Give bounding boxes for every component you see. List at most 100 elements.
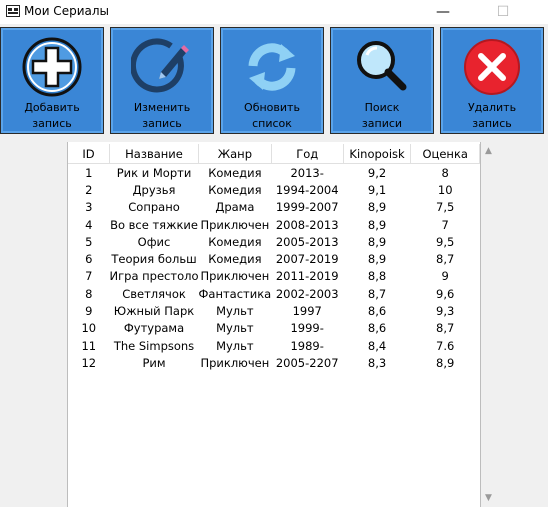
cell-id-text: 10	[81, 321, 97, 336]
cell-rating-text: 8,7	[436, 252, 455, 267]
cell-name: Игра престоло	[110, 268, 199, 285]
table-row[interactable]: 9 Южный Парк Мульт 1997 8,6 9,3	[68, 302, 480, 319]
refresh-list-button[interactable]: Обновить список	[220, 27, 324, 134]
cell-rating: 8,9	[411, 354, 480, 371]
cell-rating: 8,7	[411, 320, 480, 337]
table-row[interactable]: 11 The Simpsons Мульт 1989- 8,4 7.6	[68, 337, 480, 354]
cell-genre: Комедия	[199, 164, 272, 182]
cell-kinopoisk: 8,9	[343, 216, 411, 233]
cell-id: 1	[68, 164, 110, 182]
table-row[interactable]: 1 Рик и Морти Комедия 2013- 9,2 8	[68, 164, 480, 182]
cell-name: Теория больш	[110, 250, 199, 267]
cell-rating-text: 7,5	[436, 200, 455, 215]
table-row[interactable]: 7 Игра престоло Приключен 2011-2019 8,8 9	[68, 268, 480, 285]
cell-kinopoisk-text: 8,9	[367, 217, 387, 232]
column-header-kinopoisk[interactable]: Kinopoisk	[343, 144, 412, 164]
series-table-grid: ID Название Жанр Год Kinopoisk Оценка 1 Р…	[68, 144, 480, 372]
cell-kinopoisk: 8,9	[343, 250, 411, 267]
cell-id: 7	[68, 268, 110, 285]
search-record-button[interactable]: Поиск записи	[330, 27, 434, 134]
cell-year: 1999-2007	[271, 199, 343, 216]
cell-rating-text: 8	[441, 165, 449, 180]
table-row[interactable]: 12 Рим Приключен 2005-2207 8,3 8,9	[68, 354, 480, 371]
cell-kinopoisk: 8,6	[343, 302, 411, 319]
column-header-year[interactable]: Год	[271, 144, 344, 164]
add-icon	[22, 37, 82, 97]
delete-record-button[interactable]: Удалить запись	[440, 27, 544, 134]
cell-kinopoisk-text: 8,9	[367, 234, 387, 249]
cell-kinopoisk-text: 8,9	[367, 200, 387, 215]
cell-name-text: Южный Парк	[113, 304, 195, 319]
cell-kinopoisk: 8,8	[343, 268, 411, 285]
cell-rating: 9,5	[411, 233, 480, 250]
series-table[interactable]: ID Название Жанр Год Kinopoisk Оценка 1 Р…	[67, 142, 481, 507]
scroll-down-icon[interactable]: ▼	[485, 493, 492, 503]
cell-year-text: 1997	[292, 304, 322, 319]
cell-year-text: 2005-2013	[275, 234, 339, 249]
cell-id: 3	[68, 199, 110, 216]
cell-genre: Комедия	[199, 233, 272, 250]
cell-name-text: Теория больш	[111, 252, 197, 267]
table-row[interactable]: 10 Футурама Мульт 1999- 8,6 8,7	[68, 320, 480, 337]
window-title: Мои Сериалы	[24, 4, 109, 18]
column-header-rating[interactable]: Оценка	[410, 144, 480, 164]
vertical-scrollbar[interactable]: ▲ ▼	[481, 142, 498, 507]
cell-genre: Приключен	[199, 216, 272, 233]
cell-id: 6	[68, 250, 110, 267]
refresh-list-label: Обновить список	[244, 101, 300, 130]
cell-id: 2	[68, 181, 110, 198]
cell-kinopoisk: 8,6	[343, 320, 411, 337]
cell-kinopoisk: 8,9	[343, 199, 411, 216]
cell-year: 2008-2013	[271, 216, 343, 233]
cell-id-text: 8	[85, 286, 93, 301]
cell-rating: 8	[411, 164, 480, 182]
edit-record-button[interactable]: Изменить запись	[110, 27, 214, 134]
cell-name-text: Футурама	[123, 321, 185, 336]
column-header-name[interactable]: Название	[109, 144, 200, 164]
cell-kinopoisk: 8,7	[343, 285, 411, 302]
cell-genre: Мульт	[199, 302, 272, 319]
cell-id-text: 12	[81, 355, 97, 370]
cell-kinopoisk-text: 8,9	[367, 252, 387, 267]
refresh-icon	[248, 43, 296, 91]
cell-id-text: 7	[85, 269, 93, 284]
cell-year-text: 2002-2003	[275, 286, 339, 301]
add-record-label: Добавить запись	[24, 101, 80, 130]
cell-year-text: 2011-2019	[275, 269, 339, 284]
cell-year: 2005-2013	[271, 233, 343, 250]
cell-year-text: 1999-	[290, 321, 324, 336]
cell-genre: Приключен	[199, 268, 272, 285]
cell-id-text: 6	[85, 252, 93, 267]
cell-kinopoisk: 8,4	[343, 337, 411, 354]
cell-id-text: 1	[85, 165, 93, 180]
table-row[interactable]: 6 Теория больш Комедия 2007-2019 8,9 8,7	[68, 250, 480, 267]
table-row[interactable]: 8 Светлячок Фантастика 2002-2003 8,7 9,6	[68, 285, 480, 302]
cell-rating-text: 9,5	[436, 234, 455, 249]
add-record-button[interactable]: Добавить запись	[0, 27, 104, 134]
cell-name: Сопрано	[110, 199, 199, 216]
cell-genre: Фантастика	[199, 285, 272, 302]
scroll-up-icon[interactable]: ▲	[485, 146, 492, 156]
cell-kinopoisk: 9,2	[343, 164, 411, 182]
cell-rating-text: 10	[437, 182, 453, 197]
cell-id: 12	[68, 354, 110, 371]
minimize-button[interactable]: —	[420, 0, 466, 24]
cell-genre: Мульт	[199, 337, 272, 354]
column-header-id[interactable]: ID	[68, 144, 111, 164]
close-button[interactable]: ✕	[530, 0, 548, 24]
table-row[interactable]: 2 Друзья Комедия 1994-2004 9,1 10	[68, 181, 480, 198]
maximize-button[interactable]: ☐	[480, 0, 526, 24]
cell-id: 11	[68, 337, 110, 354]
table-row[interactable]: 3 Сопрано Драма 1999-2007 8,9 7,5	[68, 199, 480, 216]
cell-name-text: Рик и Морти	[116, 165, 192, 180]
cell-genre-text: Мульт	[216, 321, 254, 336]
delete-icon	[464, 39, 520, 95]
cell-name: The Simpsons	[110, 337, 199, 354]
cell-genre-text: Комедия	[208, 252, 262, 267]
cell-name-text: Рим	[142, 355, 166, 370]
column-header-genre[interactable]: Жанр	[198, 144, 272, 164]
cell-year: 2011-2019	[271, 268, 343, 285]
cell-genre-text: Мульт	[216, 304, 254, 319]
table-row[interactable]: 4 Во все тяжкие Приключен 2008-2013 8,9 7	[68, 216, 480, 233]
table-row[interactable]: 5 Офис Комедия 2005-2013 8,9 9,5	[68, 233, 480, 250]
